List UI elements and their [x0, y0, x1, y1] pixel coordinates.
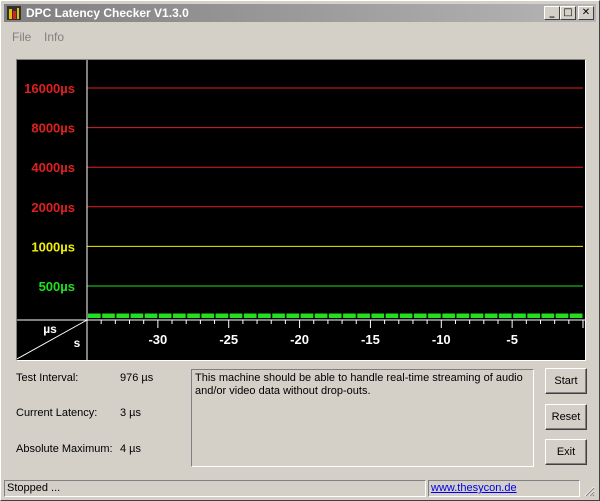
latency-bar [555, 313, 569, 318]
status-bar: Stopped ... www.thesycon.de [4, 480, 596, 498]
latency-bar [243, 313, 257, 318]
app-icon [7, 6, 21, 20]
latency-bar [470, 313, 484, 318]
latency-bar [371, 313, 385, 318]
y-tick-label: 16000µs [24, 81, 75, 96]
start-button[interactable]: Start [545, 368, 587, 394]
window-title: DPC Latency Checker V1.3.0 [26, 6, 189, 20]
current-latency-label: Current Latency: [16, 407, 98, 419]
latency-bar [258, 313, 271, 318]
result-message: This machine should be able to handle re… [191, 369, 534, 467]
latency-bar [201, 313, 215, 318]
latency-bar [88, 313, 101, 318]
latency-bar [399, 313, 413, 318]
test-interval-value: 976 µs [120, 372, 154, 384]
y-tick-label: 1000µs [31, 239, 75, 254]
latency-bar [385, 313, 399, 318]
test-interval-label: Test Interval: [16, 372, 79, 384]
close-button[interactable]: ✕ [578, 6, 594, 20]
y-tick-label: 4000µs [31, 160, 75, 175]
x-unit-label: s [74, 336, 81, 350]
x-tick-label: -15 [361, 332, 380, 347]
menu-file[interactable]: File [12, 30, 31, 44]
current-latency-value: 3 µs [120, 407, 142, 419]
latency-bar [484, 313, 498, 318]
status-link-pane: www.thesycon.de [428, 480, 580, 497]
latency-bar [428, 313, 441, 318]
latency-bar [272, 313, 285, 318]
website-link[interactable]: www.thesycon.de [431, 482, 517, 494]
reset-button[interactable]: Reset [545, 404, 587, 430]
latency-bar [215, 313, 229, 318]
latency-bar [527, 313, 540, 318]
latency-bar [187, 313, 200, 318]
latency-bar [498, 313, 512, 318]
latency-bar [357, 313, 370, 318]
latency-bar [102, 313, 115, 318]
latency-bar [173, 313, 186, 318]
app-window: DPC Latency Checker V1.3.0 _ □ ✕ File In… [0, 0, 600, 501]
latency-bar [456, 313, 470, 318]
latency-bar [513, 313, 526, 318]
y-unit-label: µs [43, 322, 57, 336]
x-tick-label: -30 [148, 332, 167, 347]
latency-bar [314, 313, 328, 318]
latency-bar [300, 313, 314, 318]
latency-bar [158, 313, 172, 318]
x-tick-label: -5 [506, 332, 518, 347]
y-tick-label: 2000µs [31, 200, 75, 215]
y-tick-label: 500µs [39, 279, 75, 294]
absolute-maximum-label: Absolute Maximum: [16, 443, 113, 455]
maximize-button[interactable]: □ [560, 6, 576, 20]
status-text: Stopped ... [4, 480, 426, 497]
latency-bar [569, 313, 583, 318]
title-bar[interactable]: DPC Latency Checker V1.3.0 _ □ ✕ [4, 4, 596, 22]
minimize-button[interactable]: _ [544, 6, 560, 20]
y-tick-label: 8000µs [31, 121, 75, 136]
x-tick-label: -20 [290, 332, 309, 347]
latency-bar [286, 313, 300, 318]
latency-bar [116, 313, 130, 318]
latency-bar [130, 313, 144, 318]
resize-grip-icon[interactable] [583, 485, 595, 497]
latency-chart: 16000µs 8000µs 4000µs 2000µs 1000µs 500µs µs s -… [17, 60, 585, 360]
latency-bar [229, 313, 243, 318]
latency-bar [328, 313, 342, 318]
x-tick-label: -10 [432, 332, 451, 347]
x-tick-label: -25 [219, 332, 238, 347]
latency-bar [144, 313, 158, 318]
latency-bar [541, 313, 555, 318]
menu-info[interactable]: Info [44, 30, 64, 44]
latency-bar [343, 313, 356, 318]
latency-bar [442, 313, 455, 318]
latency-bar [413, 313, 427, 318]
exit-button[interactable]: Exit [545, 439, 587, 465]
absolute-maximum-value: 4 µs [120, 443, 142, 455]
menu-bar: File Info [4, 25, 596, 45]
